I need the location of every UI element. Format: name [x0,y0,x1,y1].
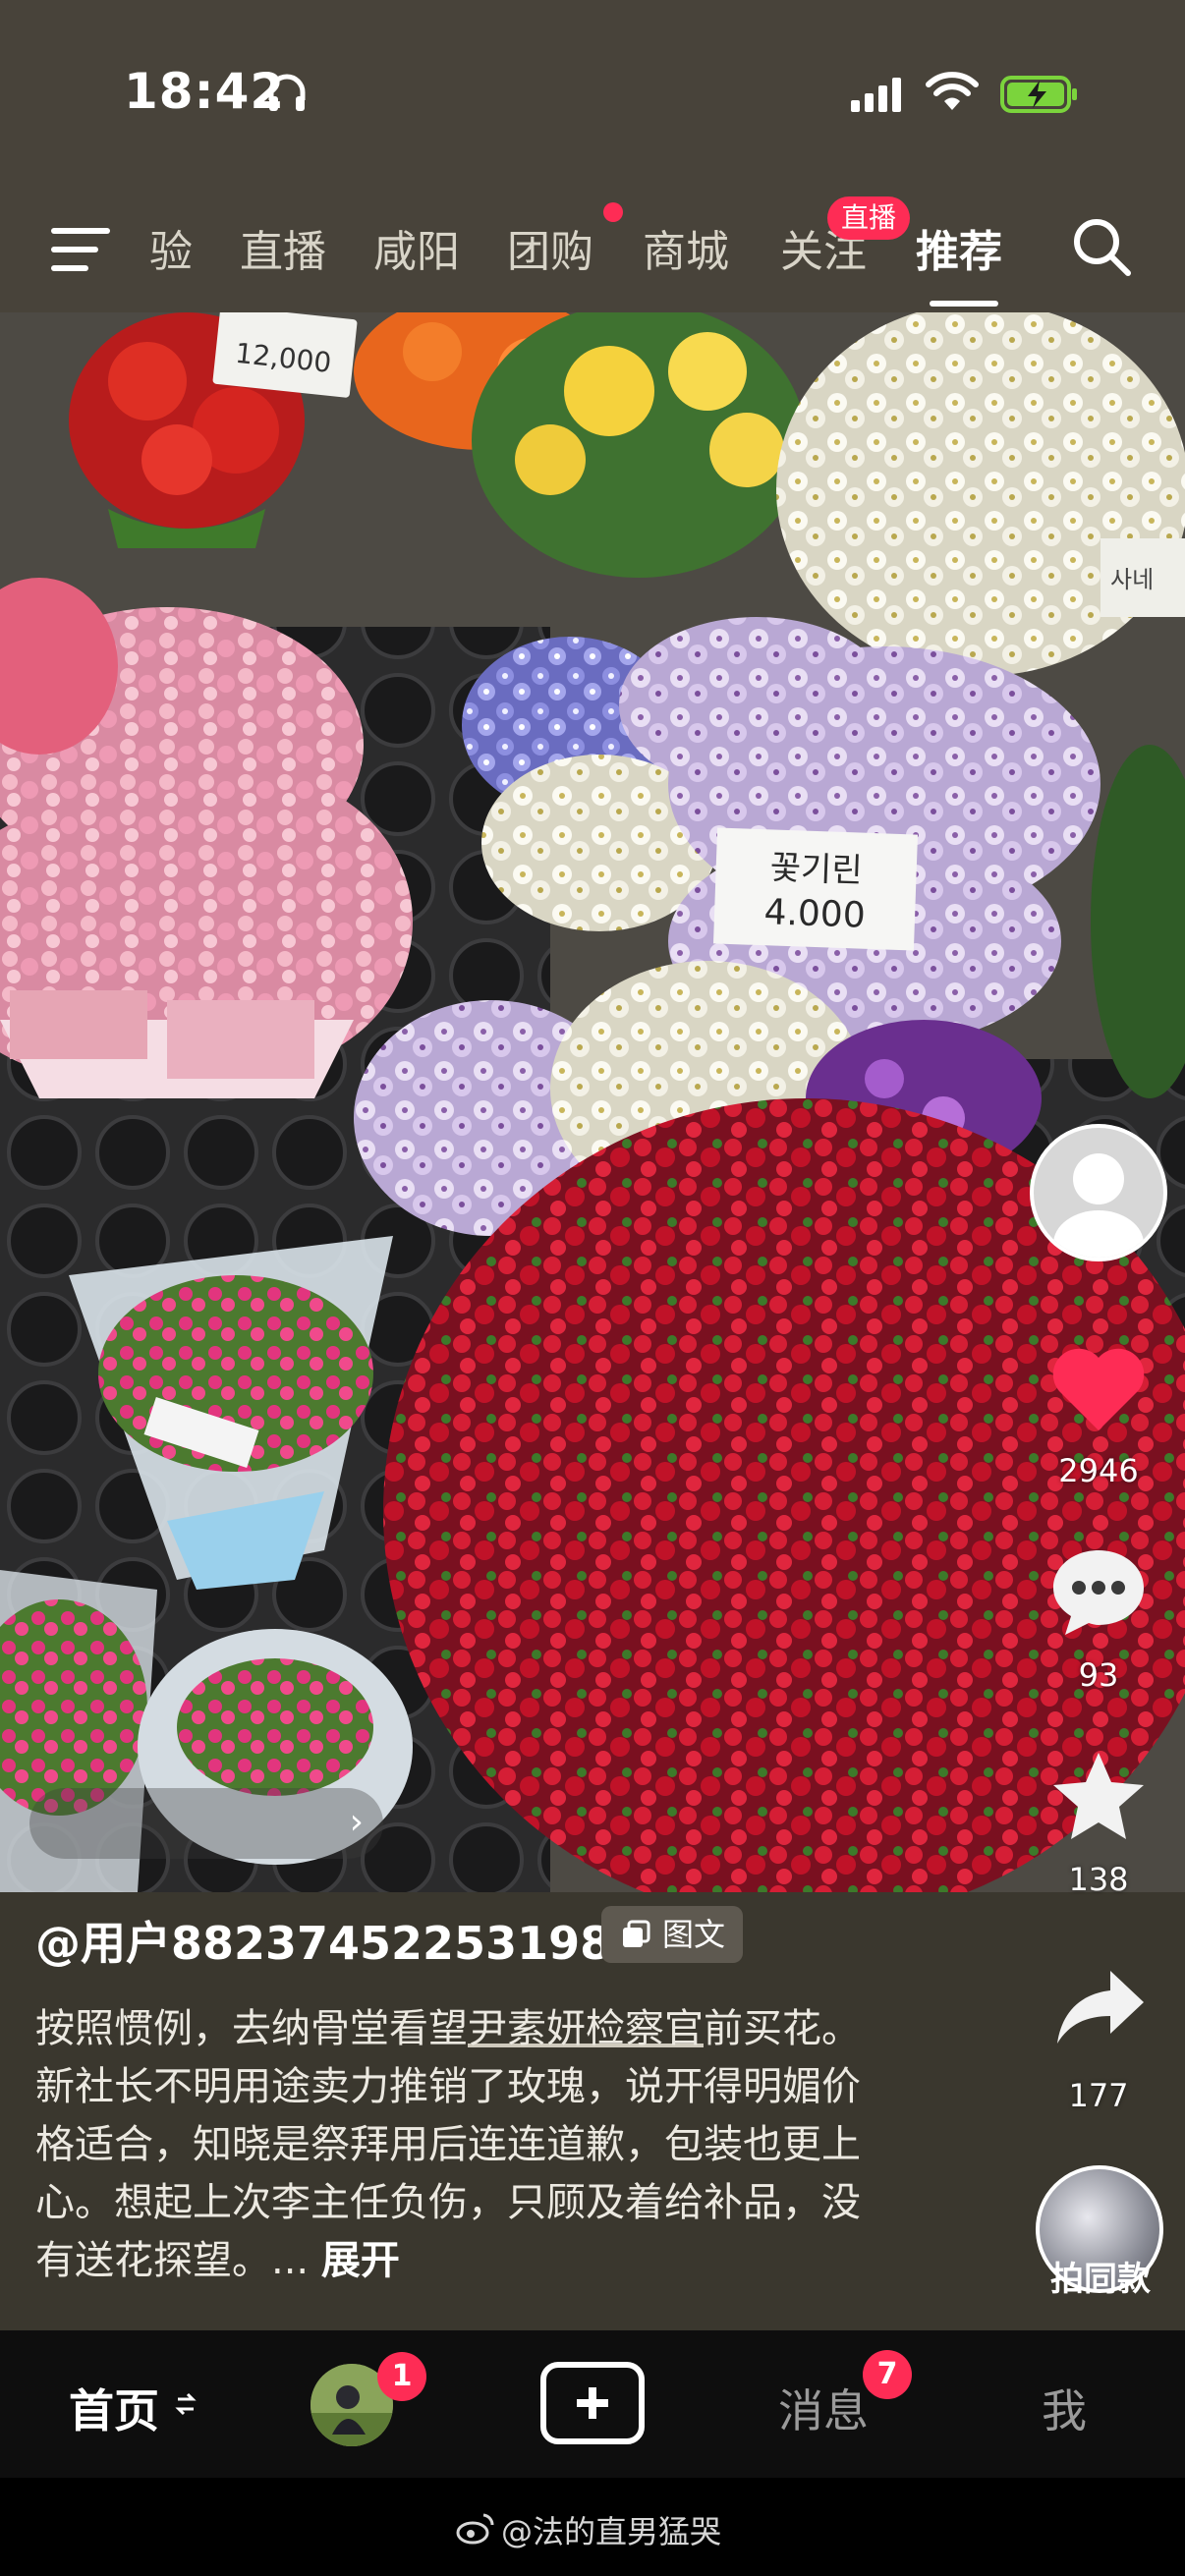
heart-icon[interactable] [1049,1344,1148,1432]
expand-caption-button[interactable]: 展开 [321,2238,400,2283]
battery-charging-icon [1000,76,1077,113]
price-tag-title: 꽃기린 [769,848,863,890]
messages-badge: 7 [863,2350,912,2399]
tab-home[interactable]: 首页 [69,2376,159,2440]
share-icon[interactable] [1053,1965,1148,2049]
post-photo[interactable]: 12,000 사네 꽃기린 4.000 [0,312,1185,1892]
tab-live[interactable]: 直播 [240,216,326,279]
post-type-tag: 图文 [601,1906,744,1963]
like-count: 2946 [1058,1452,1139,1489]
star-icon[interactable] [1049,1749,1148,1843]
chevron-right-icon: › [349,1802,364,1842]
tab-mall[interactable]: 商城 [643,216,729,279]
comment-icon[interactable] [1049,1546,1148,1639]
menu-icon[interactable] [51,224,114,275]
share-count: 177 [1068,2077,1129,2114]
plus-icon [577,2387,608,2419]
switch-arrows-icon [175,2392,197,2416]
active-tab-indicator [930,301,998,307]
price-tag-price: 4.000 [763,892,866,936]
tab-messages[interactable]: 消息 [778,2376,869,2440]
friends-badge: 1 [377,2352,426,2401]
tab-recommended[interactable]: 推荐 [916,216,1002,279]
comment-count: 93 [1078,1656,1119,1694]
live-badge: 直播 [827,196,910,240]
status-time: 18:42 [124,63,286,120]
tab-group-buy[interactable]: 团购 [507,216,593,279]
post-caption[interactable]: 按照惯例，去纳骨堂看望尹素妍检察官前买花。新社长不明用途卖力推销了玫瑰，说开得明… [35,2000,880,2290]
create-post-button[interactable] [540,2362,645,2444]
author-name[interactable]: @用户88237452253198 [35,1908,611,1973]
tab-experience[interactable]: 验 [149,216,193,279]
favorite-count: 138 [1068,1861,1129,1898]
caption-mention-link[interactable]: 尹素妍检察官 [468,2006,704,2051]
cellular-signal-icon [851,78,901,112]
tab-me[interactable]: 我 [1042,2376,1087,2440]
price-tag-right: 사네 [1110,566,1154,593]
image-text-icon [623,1920,650,1947]
image-carousel-pill[interactable]: › [29,1788,383,1859]
watermark-text: @法的直男猛哭 [501,2513,722,2550]
notification-dot [603,202,623,222]
author-avatar[interactable] [1030,1124,1167,1261]
search-icon[interactable] [1071,216,1134,279]
headphones-icon [268,74,306,111]
tab-xianyang[interactable]: 咸阳 [373,216,460,279]
weibo-logo-icon [456,2513,494,2545]
post-type-label: 图文 [662,1916,726,1953]
wifi-icon [926,72,979,110]
caption-text-before: 按照惯例，去纳骨堂看望 [35,2006,468,2051]
remix-label[interactable]: 拍同款 [1022,2252,1179,2300]
